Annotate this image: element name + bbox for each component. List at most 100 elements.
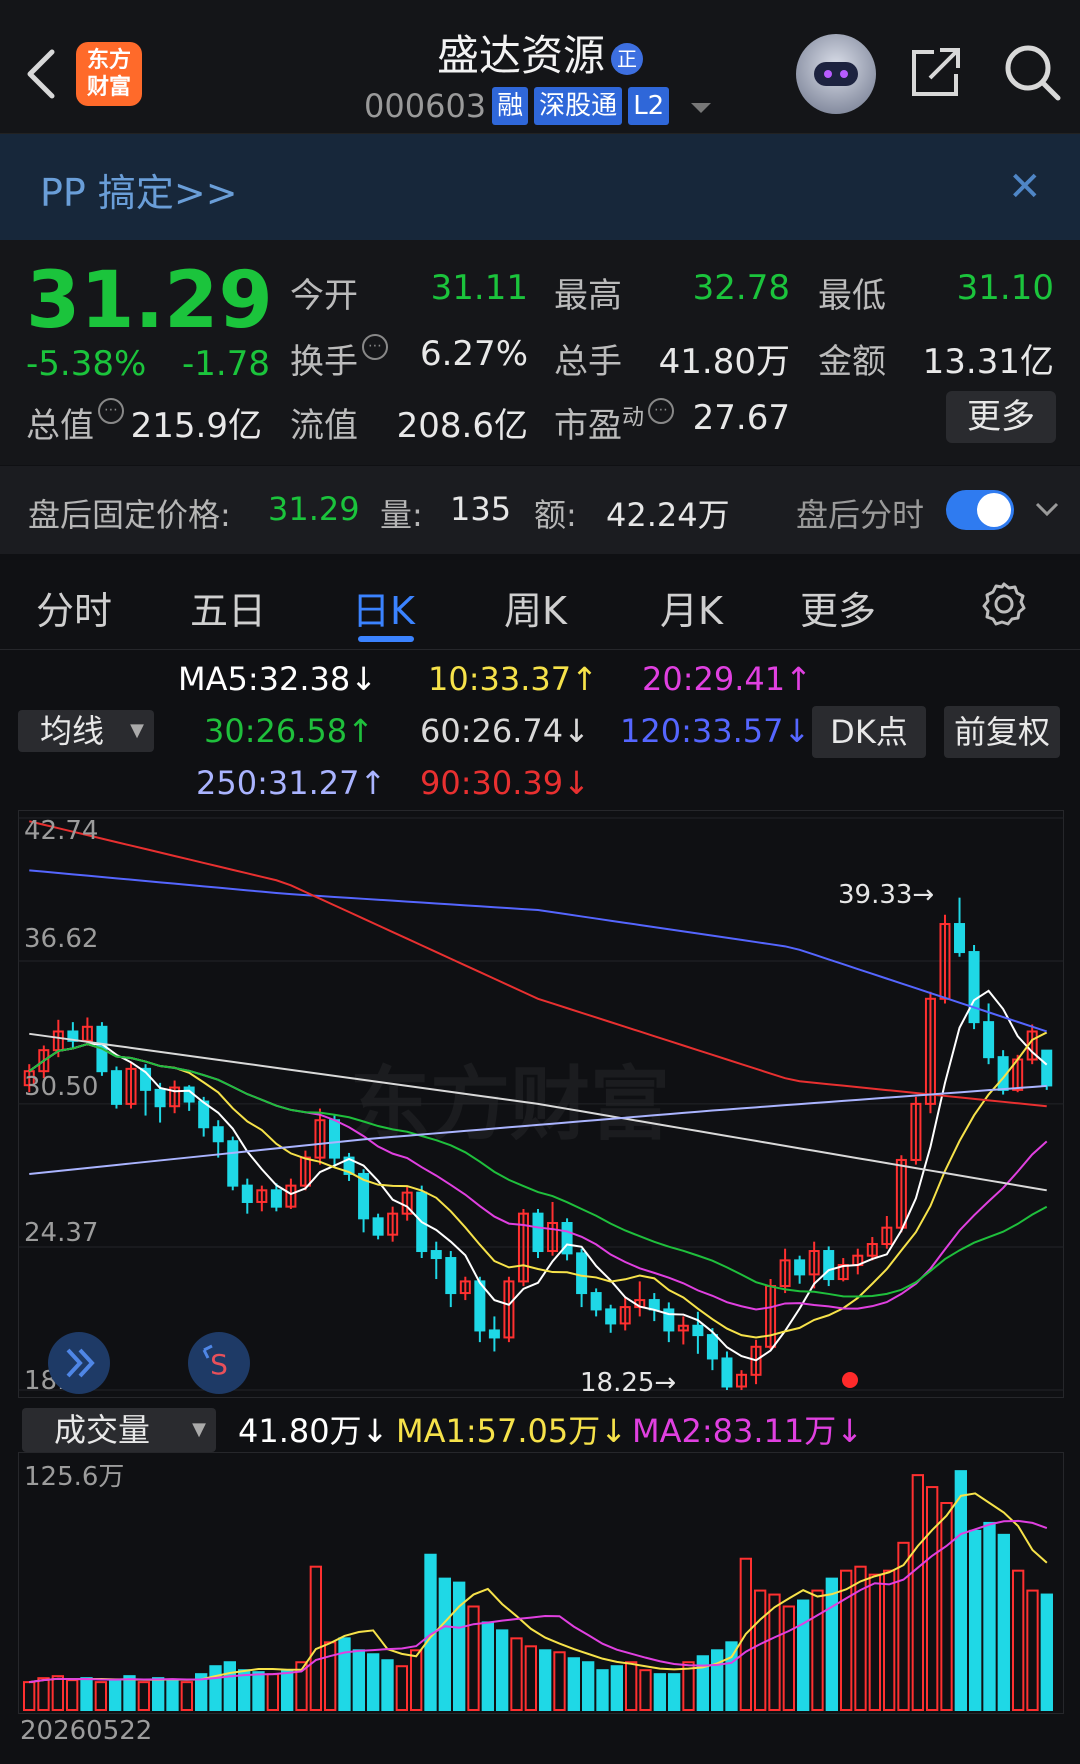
candle [794, 1259, 806, 1276]
volume-bar [209, 1665, 222, 1711]
volume-bar [696, 1655, 709, 1712]
candle [706, 1334, 718, 1360]
candle [110, 1070, 122, 1105]
gear-icon[interactable] [980, 580, 1028, 628]
y-tick-label: 30.50 [24, 1072, 99, 1102]
amount-value: 13.31亿 [922, 342, 1054, 382]
float-value-label: 流值 [290, 406, 358, 446]
after-hours-label: 盘后固定价格: [28, 496, 231, 534]
dk-point-button[interactable]: DK点 [812, 706, 926, 758]
volume-selector[interactable]: 成交量 ▼ [22, 1408, 216, 1452]
volume-bar [582, 1661, 595, 1711]
tab-more[interactable]: 更多 [800, 580, 876, 635]
robot-assistant-icon[interactable] [796, 34, 876, 114]
volume-bar [567, 1657, 580, 1712]
expand-icon[interactable] [48, 1332, 110, 1394]
promo-banner[interactable]: PP 搞定>> ✕ [0, 134, 1080, 240]
search-icon[interactable] [1002, 42, 1062, 102]
stock-name: 盛达资源 [436, 31, 605, 80]
period-tabs: 分时 五日 日K 周K 月K 更多 [0, 560, 1080, 650]
adjust-button[interactable]: 前复权 [944, 706, 1060, 758]
tab-weekly-k[interactable]: 周K [504, 580, 567, 635]
active-tab-indicator [358, 636, 414, 642]
after-hours-amt: 42.24万 [606, 496, 730, 534]
tag-l2: L2 [628, 87, 670, 125]
candle [270, 1189, 282, 1208]
stock-code: 000603 [364, 87, 487, 125]
tab-daily-k[interactable]: 日K [352, 580, 415, 635]
volume-bar [668, 1673, 681, 1712]
close-icon[interactable]: ✕ [1008, 164, 1042, 210]
info-icon[interactable]: ⋯ [362, 334, 388, 360]
volume-current: 41.80万↓ [238, 1412, 389, 1450]
info-icon[interactable]: ⋯ [648, 398, 675, 424]
candle [1041, 1049, 1053, 1087]
candle [648, 1299, 660, 1311]
market-value-label: 总值 ⋯ [26, 398, 124, 447]
tab-five-day[interactable]: 五日 [190, 580, 266, 635]
ma10-value: 10:33.37↑ [428, 660, 598, 698]
candle [445, 1257, 457, 1295]
volume-bar [166, 1679, 179, 1711]
turnover-value: 6.27% [419, 334, 528, 374]
volume-bar [782, 1605, 795, 1711]
signal-icon[interactable]: S [188, 1332, 250, 1394]
ma120-value: 120:33.57↓ [620, 712, 811, 750]
volume-bar [811, 1589, 824, 1711]
volume-ma2: MA2:83.11万↓ [632, 1412, 864, 1450]
candle [372, 1217, 384, 1236]
volume-bar [954, 1470, 967, 1711]
volume-bar [754, 1589, 767, 1711]
volume-bar [1040, 1593, 1053, 1711]
ma60-value: 60:26.74↓ [420, 712, 590, 750]
volume-bar [37, 1677, 50, 1711]
volume-bar [352, 1649, 365, 1711]
float-value: 208.6亿 [396, 406, 528, 446]
banner-text[interactable]: PP 搞定>> [40, 162, 238, 217]
volume-bar [653, 1673, 666, 1712]
volume-bar [524, 1645, 537, 1711]
volume-bar [510, 1637, 523, 1711]
pe-value: 27.67 [692, 398, 790, 438]
volume-chart[interactable] [18, 1452, 1064, 1714]
after-hours-amt-label: 额: [534, 496, 577, 534]
volume-y-top: 125.6万 [24, 1462, 125, 1492]
share-icon[interactable] [908, 44, 964, 100]
candle [430, 1250, 442, 1260]
chevron-down-icon[interactable] [1034, 496, 1060, 522]
tag-margin: 融 [492, 87, 529, 125]
volume-bar [80, 1677, 93, 1711]
volume-bar [711, 1649, 724, 1711]
after-hours-bar: 盘后固定价格: 31.29 量: 135 额: 42.24万 盘后分时 [0, 466, 1080, 554]
volume-bar [223, 1661, 236, 1711]
candle [692, 1324, 704, 1337]
volume-bar [496, 1629, 509, 1712]
candle [227, 1140, 239, 1187]
ma30-value: 30:26.58↑ [204, 712, 374, 750]
volume-bar [66, 1679, 79, 1711]
stock-code-line[interactable]: 000603 融 深股通 L2 [364, 86, 712, 126]
low-marker: 18.25→ [580, 1368, 677, 1398]
candle [532, 1212, 544, 1253]
info-icon[interactable]: ⋯ [98, 398, 124, 424]
signal-dot [842, 1372, 858, 1388]
pe-label: 市盈动 ⋯ [554, 398, 675, 447]
more-button[interactable]: 更多 [946, 391, 1056, 443]
volume-bar [109, 1679, 122, 1711]
volume-bar [438, 1577, 451, 1711]
volume-bar [926, 1486, 939, 1711]
ma250-line [29, 1084, 1047, 1175]
turnover-label: 换手 ⋯ [290, 334, 388, 383]
volume-bar [467, 1605, 480, 1711]
tab-intraday[interactable]: 分时 [36, 580, 112, 635]
ma-selector[interactable]: 均线 ▼ [18, 710, 154, 752]
chevron-down-icon[interactable] [691, 103, 712, 113]
market-value: 215.9亿 [130, 406, 262, 446]
volume-bar [983, 1521, 996, 1711]
high-marker: 39.33→ [838, 880, 935, 910]
candle [474, 1280, 486, 1332]
volume-bar [152, 1677, 165, 1711]
volume-bar [23, 1681, 36, 1711]
tab-monthly-k[interactable]: 月K [660, 580, 723, 635]
after-hours-toggle[interactable] [946, 490, 1014, 530]
